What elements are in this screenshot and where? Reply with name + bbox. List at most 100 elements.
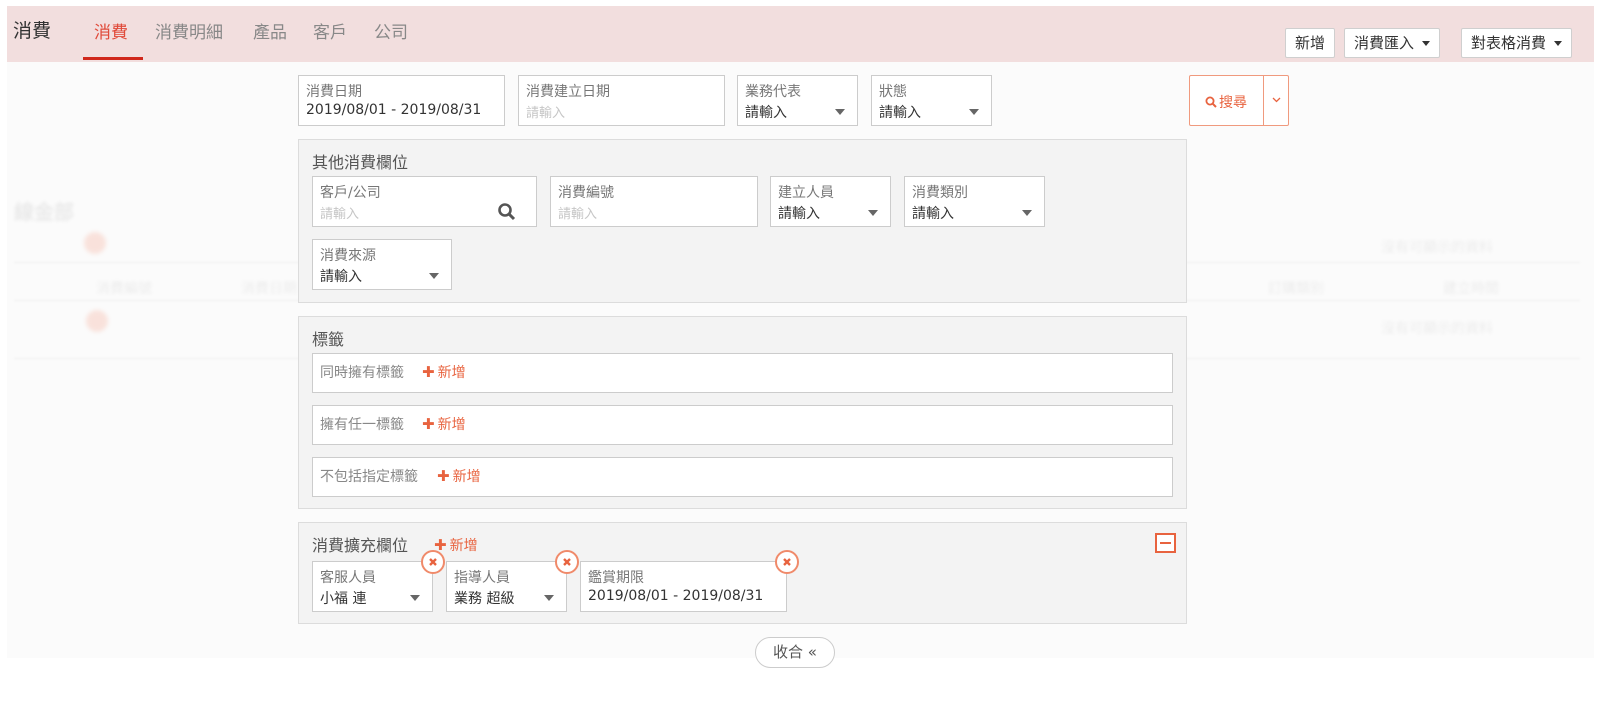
field-value: 請輸入 — [912, 206, 954, 222]
field-value: 請輸入 — [320, 269, 362, 285]
field-label: 客服人員 — [320, 570, 376, 586]
close-icon — [783, 558, 791, 566]
add-label: 新增 — [449, 538, 478, 554]
search-button-label: 搜尋 — [1219, 95, 1247, 111]
background-badge — [84, 232, 106, 254]
field-label: 業務代表 — [745, 84, 801, 100]
plus-icon: ✚ — [422, 363, 435, 381]
field-label: 消費日期 — [306, 84, 362, 100]
import-button-label: 消費匯入 — [1354, 34, 1415, 52]
add-label: 新增 — [452, 469, 481, 485]
chevron-down-icon — [1554, 41, 1563, 46]
tag-row-any[interactable]: 擁有任一標籤 ✚ 新增 — [312, 405, 1173, 445]
date-range-field[interactable]: 消費日期 2019/08/01 - 2019/08/31 — [298, 75, 505, 126]
background-column-header: 訂購類別 — [1268, 281, 1324, 297]
field-label: 消費編號 — [558, 185, 614, 201]
category-select[interactable]: 消費類別 請輸入 — [904, 176, 1045, 227]
caret-down-icon — [429, 273, 439, 279]
field-value: 請輸入 — [879, 105, 921, 121]
collapse-panel-button[interactable] — [1155, 533, 1176, 553]
field-placeholder: 請輸入 — [558, 207, 598, 222]
field-label: 建立人員 — [778, 185, 834, 201]
field-label: 指導人員 — [454, 570, 510, 586]
new-button[interactable]: 新增 — [1285, 28, 1336, 58]
background-column-header: 消費編號 — [96, 281, 152, 297]
add-tag-button[interactable]: ✚ 新增 — [437, 466, 481, 486]
search-icon — [1205, 96, 1217, 108]
caret-down-icon — [835, 109, 845, 115]
add-label: 新增 — [437, 417, 466, 433]
creator-select[interactable]: 建立人員 請輸入 — [770, 176, 891, 227]
tag-row-all[interactable]: 同時擁有標籤 ✚ 新增 — [312, 353, 1173, 393]
other-fields-panel: 其他消費欄位 客戶/公司 請輸入 消費編號 請輸入 建立人員 請輸入 消費類別 … — [298, 139, 1187, 303]
close-icon — [563, 558, 571, 566]
appraisal-period-field[interactable]: 鑑賞期限 2019/08/01 - 2019/08/31 — [580, 561, 787, 612]
background-no-data: 沒有可顯示的資料 — [1381, 240, 1493, 256]
tab-companies[interactable]: 公司 — [374, 18, 408, 43]
field-value: 業務 超級 — [454, 591, 515, 607]
tab-consumption[interactable]: 消費 — [94, 18, 128, 43]
tab-products[interactable]: 產品 — [253, 18, 287, 43]
app-title: 消費 — [13, 20, 52, 42]
chevron-down-icon — [1272, 97, 1281, 103]
tab-consumption-detail[interactable]: 消費明細 — [155, 18, 223, 43]
caret-down-icon — [410, 595, 420, 601]
import-dropdown-button[interactable]: 消費匯入 — [1344, 28, 1441, 58]
field-value: 2019/08/01 - 2019/08/31 — [306, 102, 482, 118]
close-icon — [429, 558, 437, 566]
background-no-data: 沒有可顯示的資料 — [1381, 321, 1493, 337]
top-bar: 消費 消費 消費明細 產品 客戶 公司 新增 消費匯入 對表格消費 — [7, 6, 1594, 62]
extended-fields-panel: 消費擴充欄位 ✚ 新增 客服人員 小福 連 指導人員 業務 超級 鑑賞期限 201… — [298, 522, 1187, 624]
panel-title: 消費擴充欄位 — [312, 536, 409, 555]
search-icon[interactable] — [497, 202, 517, 222]
export-button-label: 對表格消費 — [1471, 34, 1547, 52]
search-options-dropdown[interactable] — [1263, 75, 1289, 126]
remove-field-button[interactable] — [555, 550, 579, 574]
new-button-label: 新增 — [1295, 34, 1326, 52]
add-label: 新增 — [437, 365, 466, 381]
plus-icon: ✚ — [437, 467, 450, 485]
tag-row-exclude[interactable]: 不包括指定標籤 ✚ 新增 — [312, 457, 1173, 497]
add-tag-button[interactable]: ✚ 新增 — [422, 414, 466, 434]
panel-title: 標籤 — [312, 330, 345, 349]
tag-row-label: 不包括指定標籤 — [320, 469, 418, 485]
field-value: 小福 連 — [320, 591, 367, 607]
status-select[interactable]: 狀態 請輸入 — [871, 75, 992, 126]
collapse-button[interactable]: 收合 « — [755, 637, 835, 668]
customer-service-select[interactable]: 客服人員 小福 連 — [312, 561, 433, 612]
background-column-header: 消費日期 — [241, 281, 297, 297]
field-value: 請輸入 — [745, 105, 787, 121]
sales-rep-select[interactable]: 業務代表 請輸入 — [737, 75, 858, 126]
field-value: 2019/08/01 - 2019/08/31 — [588, 588, 764, 604]
tags-panel: 標籤 同時擁有標籤 ✚ 新增 擁有任一標籤 ✚ 新增 不包括指定標籤 ✚ 新增 — [298, 316, 1187, 509]
field-placeholder: 請輸入 — [526, 106, 566, 121]
caret-down-icon — [969, 109, 979, 115]
tab-customers[interactable]: 客戶 — [313, 18, 347, 43]
remove-field-button[interactable] — [775, 550, 799, 574]
created-date-field[interactable]: 消費建立日期 請輸入 — [518, 75, 725, 126]
add-tag-button[interactable]: ✚ 新增 — [422, 362, 466, 382]
consumption-number-field[interactable]: 消費編號 請輸入 — [550, 176, 758, 227]
remove-field-button[interactable] — [421, 550, 445, 574]
panel-title: 其他消費欄位 — [312, 153, 409, 172]
plus-icon: ✚ — [422, 415, 435, 433]
tag-row-label: 擁有任一標籤 — [320, 417, 404, 433]
chevron-down-icon — [1422, 41, 1431, 46]
search-button[interactable]: 搜尋 — [1189, 75, 1264, 126]
field-label: 客戶/公司 — [320, 185, 381, 201]
background-title: 線金部 — [14, 200, 74, 224]
background-column-header: 建立時間 — [1443, 281, 1499, 297]
field-label: 消費類別 — [912, 185, 968, 201]
background-badge — [86, 310, 108, 332]
field-label: 鑑賞期限 — [588, 570, 644, 586]
active-tab-indicator — [83, 57, 143, 60]
customer-company-field[interactable]: 客戶/公司 請輸入 — [312, 176, 537, 227]
field-value: 請輸入 — [778, 206, 820, 222]
field-placeholder: 請輸入 — [320, 207, 360, 222]
instructor-select[interactable]: 指導人員 業務 超級 — [446, 561, 567, 612]
source-select[interactable]: 消費來源 請輸入 — [312, 239, 452, 290]
tag-row-label: 同時擁有標籤 — [320, 365, 404, 381]
export-dropdown-button[interactable]: 對表格消費 — [1461, 28, 1573, 58]
caret-down-icon — [1022, 210, 1032, 216]
field-label: 消費來源 — [320, 248, 376, 264]
